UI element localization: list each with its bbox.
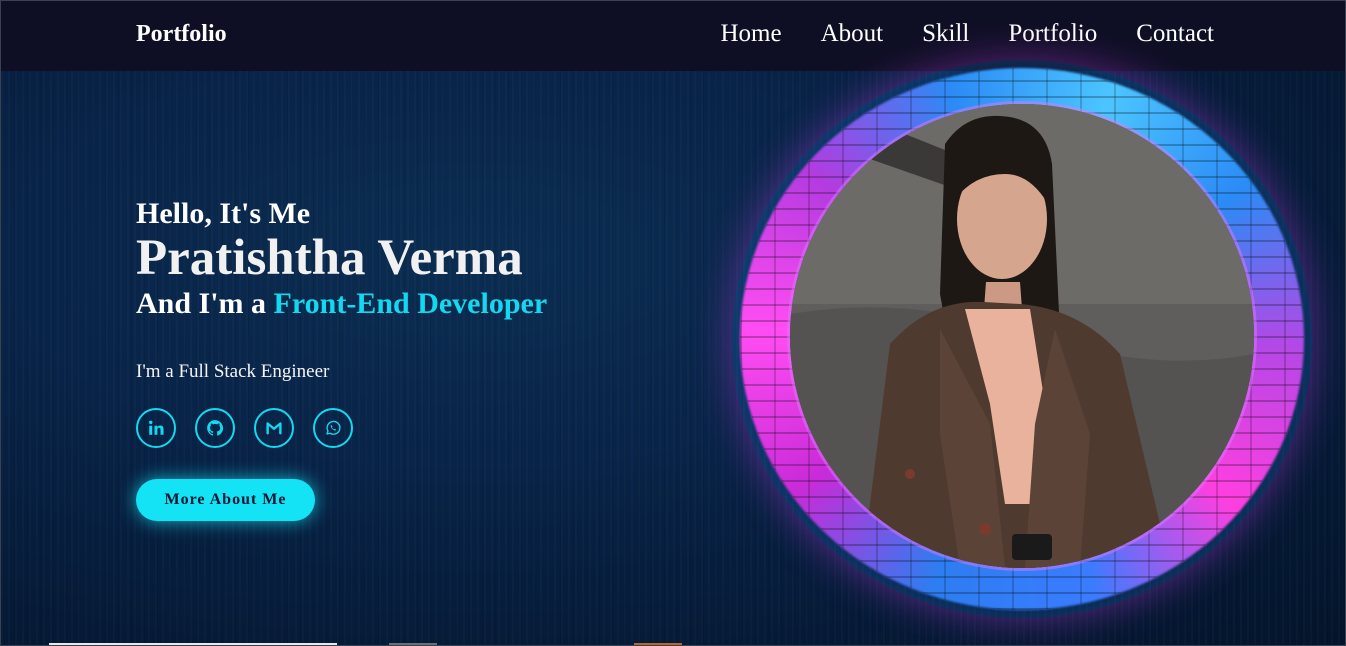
hero-content: Hello, It's Me Pratishtha Verma And I'm … [136, 197, 547, 521]
nav-link-contact[interactable]: Contact [1136, 20, 1214, 48]
page: Portfolio Home About Skill Portfolio Con… [0, 0, 1346, 646]
hero-role-line: And I'm a Front-End Developer [136, 287, 547, 321]
github-link[interactable] [195, 408, 235, 448]
logo-link[interactable]: Portfolio [136, 21, 227, 48]
more-about-me-button[interactable]: More About Me [136, 479, 315, 521]
gmail-icon [266, 422, 282, 435]
linkedin-icon [149, 420, 164, 435]
nav-menu: Home About Skill Portfolio Contact [720, 20, 1214, 48]
whatsapp-icon [326, 420, 341, 435]
hero-greeting: Hello, It's Me [136, 197, 311, 230]
profile-photo [790, 104, 1254, 568]
whatsapp-link[interactable] [313, 408, 353, 448]
hero-role: Front-End Developer [273, 287, 548, 320]
nav-link-about[interactable]: About [821, 20, 884, 48]
hero-subtitle: I'm a Full Stack Engineer [136, 361, 330, 382]
social-links [136, 408, 547, 448]
profile-photo-illustration [790, 104, 1254, 568]
linkedin-link[interactable] [136, 408, 176, 448]
github-icon [207, 420, 224, 436]
nav-link-portfolio[interactable]: Portfolio [1008, 20, 1097, 48]
nav-link-home[interactable]: Home [720, 20, 781, 48]
nav-link-skill[interactable]: Skill [922, 20, 969, 48]
hero-name: Pratishtha Verma [136, 230, 523, 286]
gmail-link[interactable] [254, 408, 294, 448]
hero-role-prefix: And I'm a [136, 287, 274, 320]
profile-portrait [740, 68, 1304, 610]
navbar: Portfolio Home About Skill Portfolio Con… [1, 1, 1345, 71]
